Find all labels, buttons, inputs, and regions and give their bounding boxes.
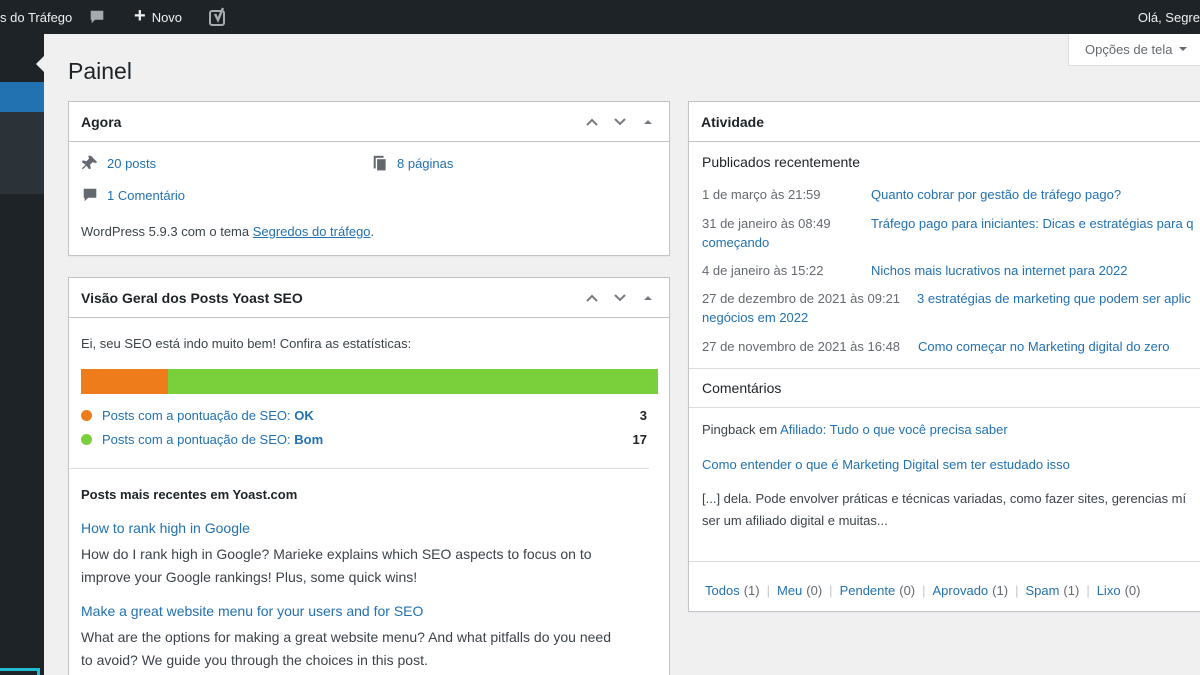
sidebar-item-dashboard[interactable]: [0, 82, 44, 112]
comment-filter-bar: Todos (1) | Meu (0) | Pendente (0) | Aprova…: [705, 583, 1141, 598]
posts-count-link[interactable]: 20 posts: [107, 156, 156, 171]
article-excerpt: improve your Google rankings! Plus, some…: [81, 569, 418, 585]
triangle-up-icon: [644, 120, 652, 124]
filter-pending[interactable]: Pendente (0): [840, 583, 916, 598]
filter-approved[interactable]: Aprovado (1): [933, 583, 1009, 598]
filter-spam[interactable]: Spam (1): [1025, 583, 1079, 598]
comment-author-link[interactable]: Afiliado: Tudo o que você precisa saber: [780, 422, 1008, 437]
section-divider: [689, 407, 1200, 408]
post-link[interactable]: Tráfego pago para iniciantes: Dicas e es…: [871, 216, 1194, 231]
sidebar-collapse-highlight[interactable]: [0, 668, 40, 675]
comment-type: Pingback: [702, 422, 756, 437]
widget-title: Visão Geral dos Posts Yoast SEO: [81, 289, 303, 306]
seo-good-dot-icon: [81, 434, 92, 445]
post-link-continued[interactable]: começando: [702, 235, 769, 250]
filter-all[interactable]: Todos (1): [705, 583, 760, 598]
move-down-button[interactable]: [611, 113, 629, 131]
seo-bar-ok-segment: [81, 369, 168, 394]
section-divider: [689, 561, 1200, 562]
wordpress-version: WordPress 5.9.3 com o tema Segredos do t…: [81, 224, 374, 239]
comments-heading: Comentários: [702, 380, 782, 396]
section-divider: [689, 368, 1200, 369]
site-name-link[interactable]: s do Tráfego: [0, 0, 72, 34]
pages-count-link[interactable]: 8 páginas: [397, 156, 453, 171]
move-up-button[interactable]: [583, 289, 601, 307]
caret-down-icon: [1178, 42, 1188, 57]
article-link[interactable]: How to rank high in Google: [81, 520, 250, 536]
comments-menu[interactable]: [88, 0, 106, 34]
filter-mine[interactable]: Meu (0): [777, 583, 822, 598]
seo-good-link[interactable]: Posts com a pontuação de SEO: Bom: [102, 432, 323, 447]
triangle-up-icon: [644, 296, 652, 300]
recent-posts-heading: Posts mais recentes em Yoast.com: [81, 487, 298, 502]
comment-bubble-icon: [81, 186, 99, 204]
my-account-menu[interactable]: Olá, Segre: [1138, 0, 1200, 34]
comment-excerpt: ser um afiliado digital e muitas...: [702, 513, 888, 528]
screen-options-label: Opções de tela: [1085, 42, 1173, 57]
widget-title: Agora: [81, 113, 122, 130]
post-link[interactable]: Quanto cobrar por gestão de tráfego pago…: [871, 187, 1121, 202]
seo-ok-dot-icon: [81, 410, 92, 421]
article-excerpt: How do I rank high in Google? Marieke ex…: [81, 546, 592, 562]
comment-post-link[interactable]: Como entender o que é Marketing Digital …: [702, 457, 1070, 472]
yoast-seo-overview-widget: Visão Geral dos Posts Yoast SEO Ei, seu …: [68, 277, 670, 675]
post-link[interactable]: Como começar no Marketing digital do zer…: [918, 339, 1169, 354]
article-excerpt: to avoid? We guide you through the choic…: [81, 652, 428, 668]
screen-options-button[interactable]: Opções de tela: [1068, 34, 1200, 66]
article-excerpt: What are the options for making a great …: [81, 629, 611, 645]
new-content-menu[interactable]: + Novo: [134, 0, 182, 34]
seo-intro-text: Ei, seu SEO está indo muito bem! Confira…: [81, 336, 412, 351]
chevron-up-icon: [586, 118, 598, 126]
chevron-down-icon: [614, 118, 626, 126]
admin-sidebar: [0, 34, 44, 675]
comments-count-link[interactable]: 1 Comentário: [107, 188, 185, 203]
yoast-menu[interactable]: [208, 0, 230, 34]
seo-good-count: 17: [632, 432, 647, 447]
seo-bar-good-segment: [167, 369, 658, 394]
toggle-panel-button[interactable]: [639, 289, 657, 307]
activity-widget: Atividade Publicados recentemente 1 de m…: [688, 101, 1200, 612]
seo-row-ok: Posts com a pontuação de SEO: OK 3: [81, 408, 647, 423]
article-link[interactable]: Make a great website menu for your users…: [81, 603, 423, 619]
chevron-up-icon: [586, 294, 598, 302]
glance-posts[interactable]: 20 posts: [81, 154, 156, 172]
glance-comments[interactable]: 1 Comentário: [81, 186, 185, 204]
move-down-button[interactable]: [611, 289, 629, 307]
seo-row-good: Posts com a pontuação de SEO: Bom 17: [81, 432, 647, 447]
chevron-down-icon: [614, 294, 626, 302]
plus-icon: +: [134, 5, 146, 27]
version-end: .: [370, 224, 375, 239]
post-link[interactable]: 3 estratégias de marketing que podem ser…: [917, 291, 1191, 306]
comment-bubble-icon: [88, 8, 106, 26]
pushpin-icon: [81, 154, 99, 172]
post-link-continued[interactable]: negócios em 2022: [702, 310, 808, 325]
admin-bar: s do Tráfego + Novo Olá, Segre: [0, 0, 1200, 34]
seo-ok-link[interactable]: Posts com a pontuação de SEO: OK: [102, 408, 314, 423]
at-a-glance-widget: Agora 20 posts 8 páginas 1 Comentário Wo…: [68, 101, 670, 256]
comment-meta: Pingback em Afiliado: Tudo o que você pr…: [702, 422, 1008, 437]
published-heading: Publicados recentemente: [702, 154, 860, 170]
seo-ok-count: 3: [639, 408, 647, 423]
yoast-logo-icon: [208, 7, 230, 27]
post-link[interactable]: Nichos mais lucrativos na internet para …: [871, 263, 1128, 278]
comment-excerpt: [...] dela. Pode envolver práticas e téc…: [702, 491, 1187, 506]
sidebar-submenu[interactable]: [0, 112, 44, 194]
page-title: Painel: [68, 58, 132, 84]
widget-title: Atividade: [701, 113, 765, 130]
seo-score-bar: [81, 369, 658, 394]
active-menu-arrow: [36, 56, 44, 72]
glance-pages[interactable]: 8 páginas: [371, 154, 453, 172]
new-content-label: Novo: [151, 9, 183, 25]
theme-link[interactable]: Segredos do tráfego: [253, 224, 371, 239]
pages-icon: [371, 154, 389, 172]
toggle-panel-button[interactable]: [639, 113, 657, 131]
version-text: WordPress 5.9.3 com o tema: [81, 224, 253, 239]
section-divider: [69, 468, 649, 469]
filter-trash[interactable]: Lixo (0): [1097, 583, 1141, 598]
move-up-button[interactable]: [583, 113, 601, 131]
